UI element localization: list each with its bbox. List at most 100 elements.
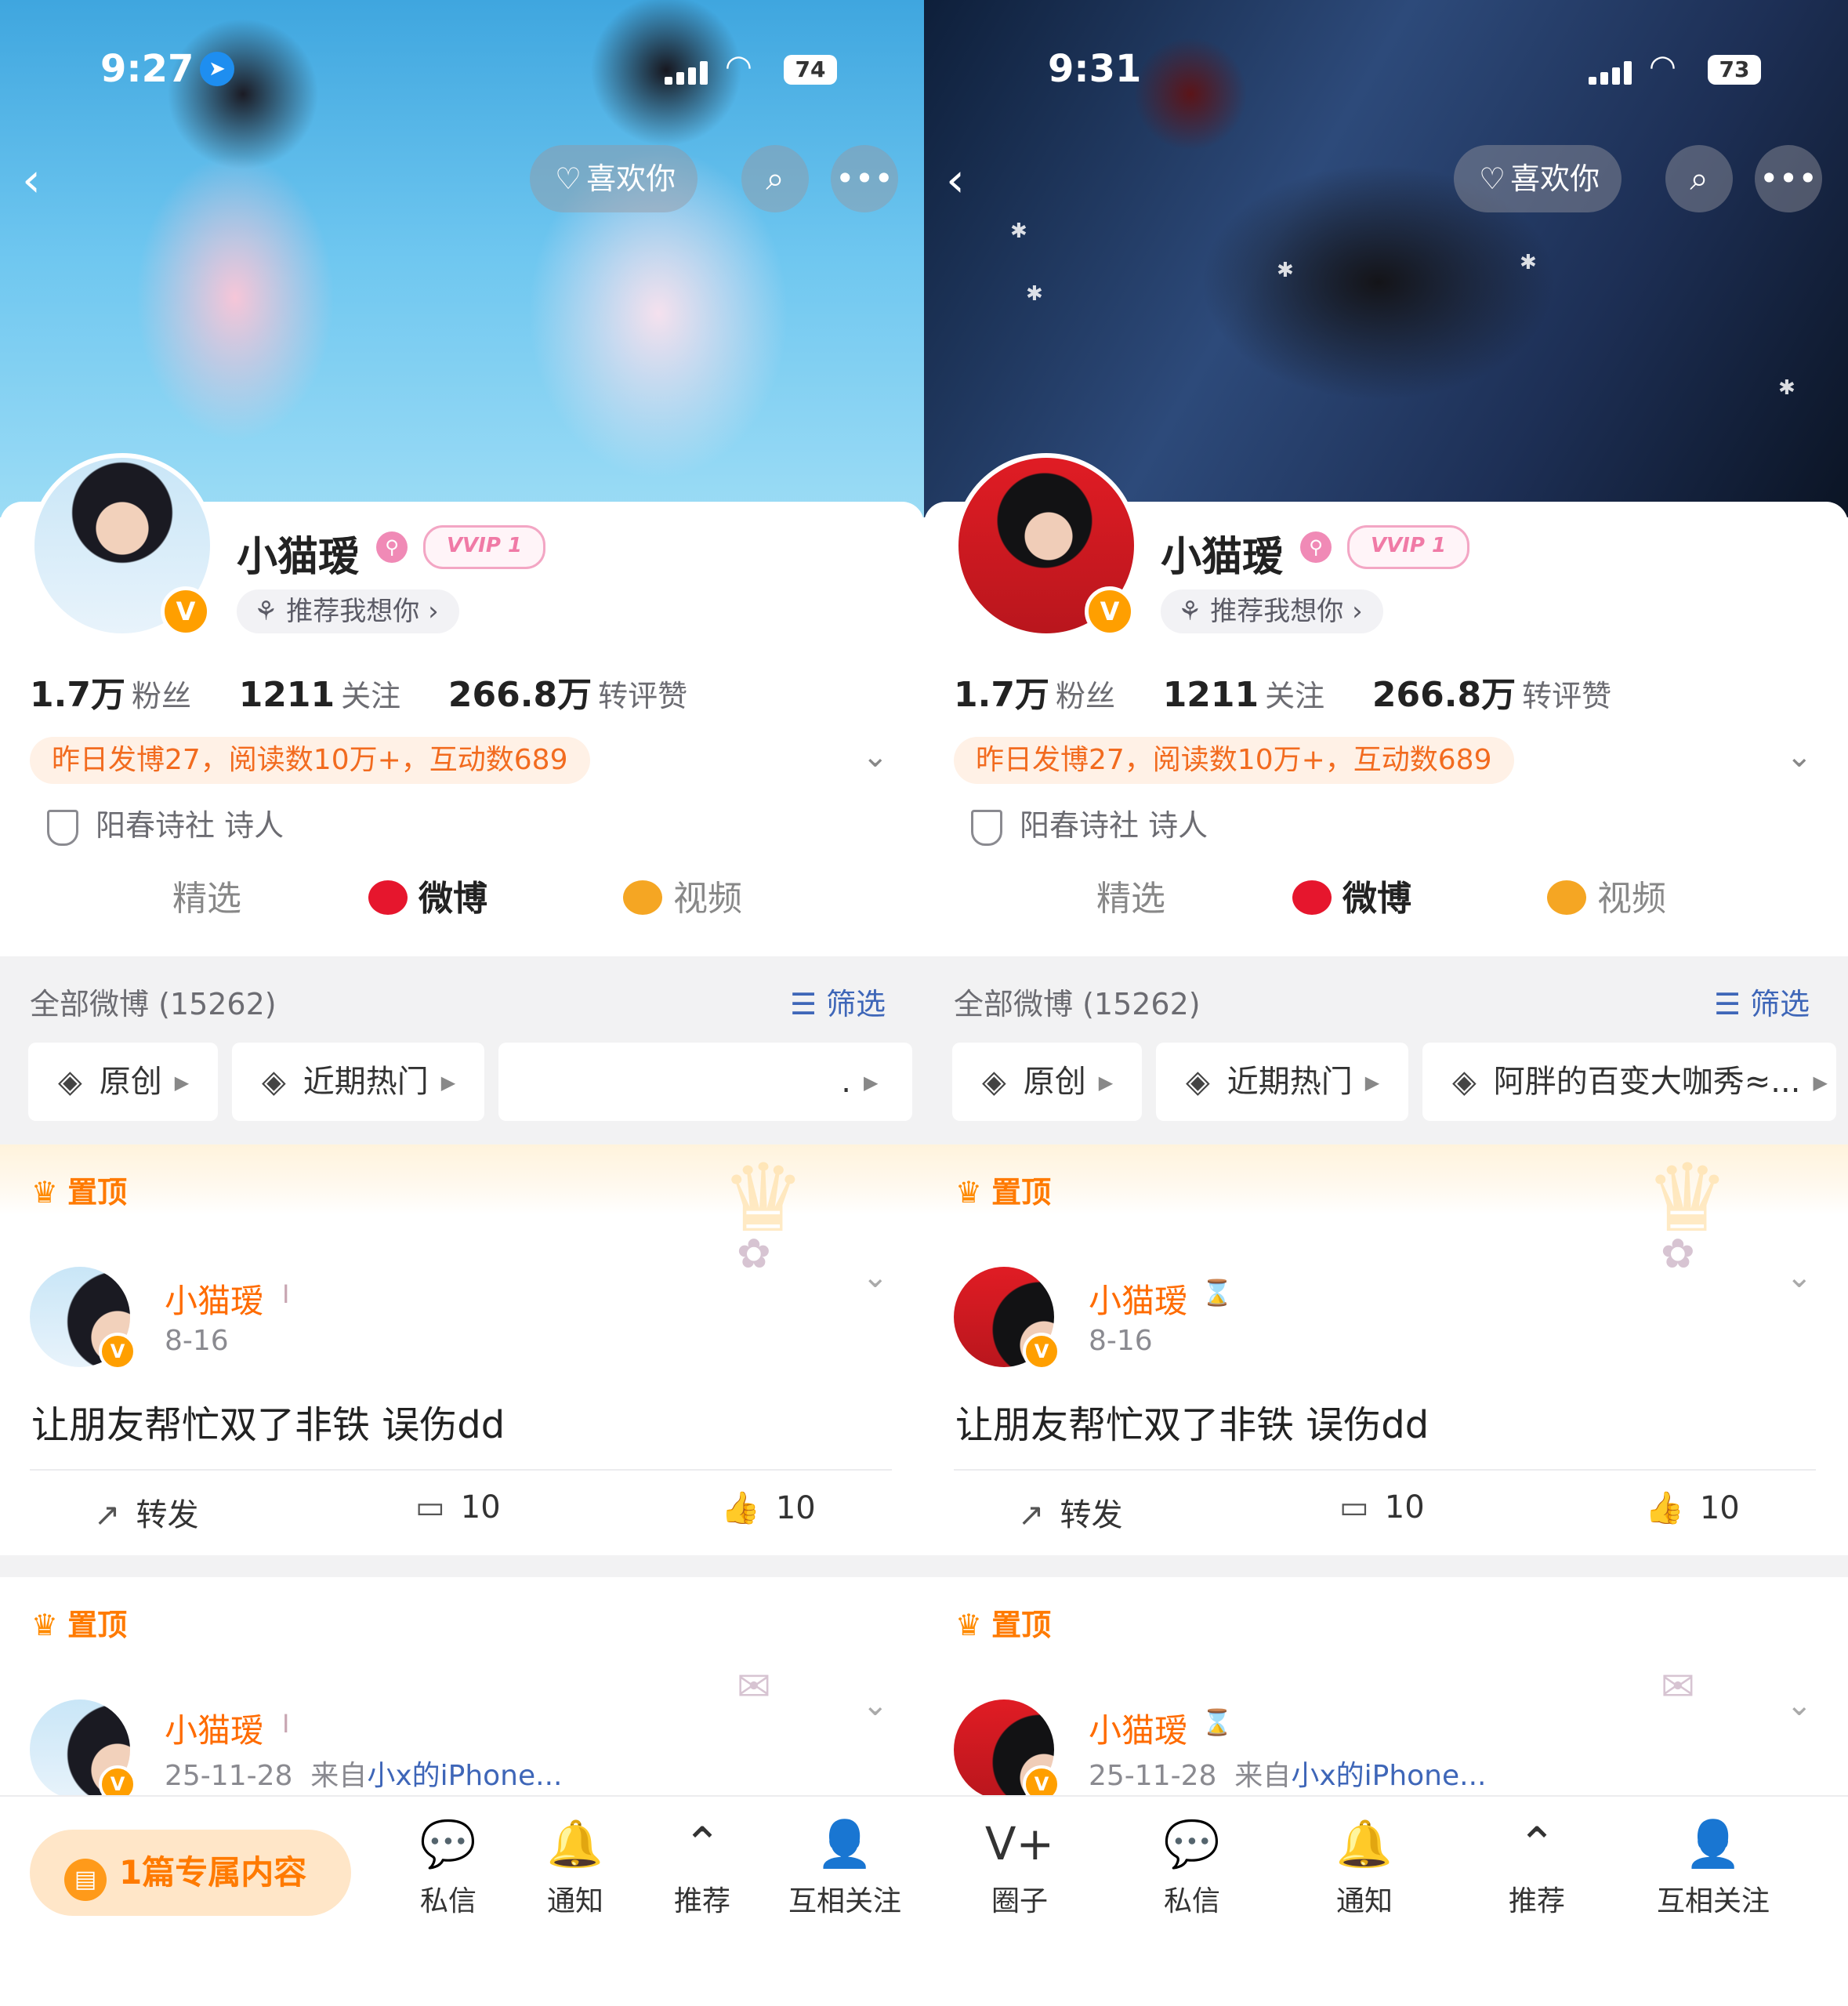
verified-badge-icon: V [161, 586, 211, 637]
post-author[interactable]: 小猫瑷 [1089, 1704, 1187, 1752]
sparkle-icon: ✱ [1277, 259, 1294, 282]
battery-icon: 73 [1708, 55, 1761, 85]
filter-button[interactable]: ☰ 筛选 [1714, 980, 1810, 1023]
nav-recommend[interactable]: ⌃ 推荐 [1482, 1814, 1592, 1919]
video-icon [1547, 880, 1586, 915]
repost-label: 转发 [136, 1497, 199, 1533]
tab-featured[interactable]: 精选 [1096, 870, 1165, 920]
verified-badge-icon: V [99, 1333, 136, 1370]
tab-weibo[interactable]: 微博 [368, 870, 487, 920]
search-button[interactable]: ⌕ [1665, 145, 1733, 212]
like-you-button[interactable]: ♡ 喜欢你 [530, 145, 698, 212]
nav-messages[interactable]: 💬 私信 [1137, 1814, 1247, 1919]
pinned-label: 置顶 [67, 1608, 128, 1642]
activity-summary[interactable]: 昨日发博27，阅读数10万+，互动数689 [30, 737, 590, 784]
post-author[interactable]: 小猫瑷 [165, 1275, 263, 1322]
post-author[interactable]: 小猫瑷 [1089, 1275, 1187, 1322]
fans-label: 粉丝 [131, 679, 191, 713]
nav-recommend-label: 推荐 [673, 1885, 730, 1917]
member-badge-icon: I [282, 1709, 290, 1739]
bell-icon: 🔔 [546, 1817, 604, 1870]
chevron-down-icon[interactable]: ⌄ [862, 738, 889, 774]
recommend-pill[interactable]: ⚘ 推荐我想你 › [1161, 589, 1383, 633]
nav-mutual[interactable]: 👤 互相关注 [1639, 1814, 1788, 1919]
filter-button[interactable]: ☰ 筛选 [790, 980, 886, 1023]
like-button[interactable]: 👍 10 [721, 1489, 816, 1526]
vip-badge[interactable]: VVIP 1 [423, 525, 545, 569]
tab-weibo[interactable]: 微博 [1292, 870, 1411, 920]
comment-button[interactable]: ▭ 10 [1339, 1489, 1425, 1525]
chip-recent-hot-label: 近期热门 [303, 1064, 429, 1100]
chevron-down-icon[interactable]: ⌄ [1786, 1687, 1813, 1723]
exclusive-label: 1篇专属内容 [119, 1853, 307, 1892]
repost-button[interactable]: ↗ 转发 [94, 1489, 199, 1535]
nav-circle[interactable]: V+ 圈子 [965, 1814, 1074, 1919]
fans-label: 粉丝 [1055, 679, 1115, 713]
chip-original[interactable]: ◈ 原创 ▶ [952, 1043, 1142, 1121]
exclusive-content-button[interactable]: ▤ 1篇专属内容 [30, 1830, 351, 1916]
chevron-down-icon[interactable]: ⌄ [1786, 738, 1813, 774]
source-device[interactable]: 小x的iPhone... [367, 1760, 562, 1792]
chip-recent-hot[interactable]: ◈ 近期热门 ▶ [232, 1043, 484, 1121]
comment-button[interactable]: ▭ 10 [415, 1489, 501, 1525]
activity-summary[interactable]: 昨日发博27，阅读数10万+，互动数689 [954, 737, 1514, 784]
profile-stats: 1.7万 粉丝 1211 关注 266.8万 转评赞 [954, 666, 1649, 716]
pinned-tag: ♛ 置顶 [955, 1601, 1051, 1644]
nav-circle-label: 圈子 [991, 1885, 1048, 1917]
tab-video[interactable]: 视频 [1547, 870, 1666, 920]
filter-label: 筛选 [826, 987, 886, 1021]
tab-video-label: 视频 [673, 879, 742, 919]
interactions-label: 转评赞 [598, 679, 688, 713]
bottom-nav: V+ 圈子 💬 私信 🔔 通知 ⌃ 推荐 👤 互相关注 [924, 1795, 1848, 2006]
pinned-header: ♛ 置顶 [0, 1577, 924, 1648]
nav-notify[interactable]: 🔔 通知 [1310, 1814, 1419, 1919]
more-button[interactable]: ••• [831, 145, 898, 212]
profile-name: 小猫瑷 [237, 534, 360, 581]
following-count[interactable]: 1211 [1163, 675, 1259, 715]
more-button[interactable]: ••• [1755, 145, 1822, 212]
repost-button[interactable]: ↗ 转发 [1018, 1489, 1123, 1535]
tab-video[interactable]: 视频 [623, 870, 742, 920]
vip-badge[interactable]: VVIP 1 [1347, 525, 1469, 569]
chevron-down-icon[interactable]: ⌄ [862, 1259, 889, 1295]
following-count[interactable]: 1211 [239, 675, 335, 715]
layers-icon: ◈ [1186, 1064, 1210, 1100]
source-device[interactable]: 小x的iPhone... [1291, 1760, 1486, 1792]
crown-icon: ♛ [31, 1608, 59, 1642]
lens-icon[interactable]: ⚲ [1300, 531, 1332, 563]
nav-notify-label: 通知 [546, 1885, 603, 1917]
fans-count[interactable]: 1.7万 [30, 675, 125, 715]
search-button[interactable]: ⌕ [741, 145, 809, 212]
profile-screen-left: 9:27 ➤ ◠ 74 ‹ ♡ 喜欢你 ⌕ ••• V 小猫瑷 ⚲ VVIP 1 … [0, 0, 924, 2006]
chip-original[interactable]: ◈ 原创 ▶ [28, 1043, 218, 1121]
interactions-count[interactable]: 266.8万 [1372, 675, 1516, 715]
nav-mutual[interactable]: 👤 互相关注 [774, 1814, 915, 1919]
like-you-button[interactable]: ♡ 喜欢你 [1454, 145, 1622, 212]
chip-custom[interactable]: ◈ 阿胖的百变大咖秀≈... ▶ [1422, 1043, 1836, 1121]
profile-card: V 小猫瑷 ⚲ VVIP 1 ⚘ 推荐我想你 › 1.7万 粉丝 1211 关注 2… [0, 453, 924, 969]
triangle-right-icon: ▶ [1098, 1072, 1114, 1094]
chip-recent-hot[interactable]: ◈ 近期热门 ▶ [1156, 1043, 1408, 1121]
like-button[interactable]: 👍 10 [1645, 1489, 1740, 1526]
chip-custom[interactable]: . ▶ [498, 1043, 912, 1121]
nav-notify[interactable]: 🔔 通知 [520, 1814, 630, 1919]
post-author[interactable]: 小猫瑷 [165, 1704, 263, 1752]
pinned-label: 置顶 [991, 1175, 1052, 1210]
nav-recommend[interactable]: ⌃ 推荐 [647, 1814, 757, 1919]
signal-icon [1589, 61, 1632, 85]
chevron-down-icon[interactable]: ⌄ [862, 1687, 889, 1723]
tab-featured[interactable]: 精选 [172, 870, 241, 920]
crown-icon: ♛ [31, 1175, 59, 1210]
back-icon[interactable]: ‹ [946, 153, 965, 208]
back-icon[interactable]: ‹ [22, 153, 41, 208]
layers-icon: ◈ [1452, 1064, 1477, 1100]
filter-icon: ☰ [1714, 987, 1751, 1021]
nav-messages[interactable]: 💬 私信 [393, 1814, 503, 1919]
interactions-count[interactable]: 266.8万 [448, 675, 592, 715]
divider [30, 1469, 892, 1471]
lens-icon[interactable]: ⚲ [376, 531, 408, 563]
chevron-down-icon[interactable]: ⌄ [1786, 1259, 1813, 1295]
card-decoration-icon: ✉ [737, 1663, 771, 1710]
recommend-pill[interactable]: ⚘ 推荐我想你 › [237, 589, 459, 633]
fans-count[interactable]: 1.7万 [954, 675, 1049, 715]
